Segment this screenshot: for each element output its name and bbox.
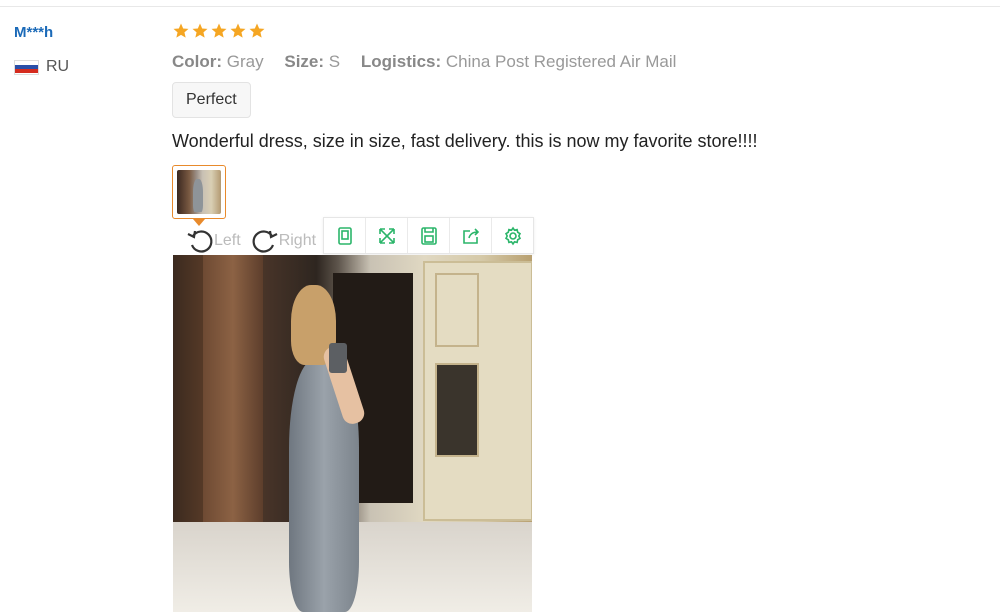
settings-icon (504, 226, 521, 245)
image-viewer-toolbar (323, 217, 534, 254)
review-tag: Perfect (172, 82, 251, 118)
country-code: RU (46, 58, 70, 75)
order-attributes: Color: Gray Size: S Logistics: China Pos… (172, 52, 692, 72)
top-divider (0, 6, 1000, 7)
photo-cabinet (423, 261, 532, 521)
star-icon (249, 23, 265, 38)
star-icon (211, 23, 227, 38)
star-icon (230, 23, 246, 38)
rotate-right-button[interactable]: Right (251, 228, 316, 254)
fullscreen-button[interactable] (366, 218, 408, 253)
review-image-thumbnail[interactable] (172, 165, 226, 219)
rotate-right-icon (252, 230, 278, 253)
star-icon (192, 23, 208, 38)
star-icon (173, 23, 189, 38)
thumbnail-selected-caret (193, 219, 205, 226)
fit-button[interactable] (324, 218, 366, 253)
attr-color: Color: Gray (172, 52, 264, 71)
rotate-right-label: Right (278, 232, 317, 249)
share-button[interactable] (450, 218, 492, 253)
share-icon (462, 227, 479, 244)
attr-size: Size: S (284, 52, 341, 71)
attr-logistics: Logistics: China Post Registered Air Mai… (360, 52, 677, 71)
rotate-left-icon (187, 230, 213, 253)
fullscreen-icon (378, 227, 395, 244)
russia-flag-icon (14, 59, 39, 75)
save-button[interactable] (408, 218, 450, 253)
reviewer-name[interactable]: M***h (14, 24, 53, 41)
review-photo-preview[interactable] (173, 255, 532, 612)
settings-button[interactable] (492, 218, 533, 253)
review-text: Wonderful dress, size in size, fast deli… (172, 131, 758, 151)
photo-phone (329, 343, 347, 373)
rotate-left-label: Left (214, 232, 241, 249)
star-rating (172, 22, 266, 40)
thumbnail-image (177, 170, 221, 214)
reviewer-country: RU (14, 58, 69, 76)
photo-person (281, 285, 367, 612)
rotate-controls: Left Right (186, 228, 316, 254)
save-icon (420, 226, 437, 245)
rotate-left-button[interactable]: Left (186, 228, 241, 254)
fit-icon (337, 226, 352, 245)
